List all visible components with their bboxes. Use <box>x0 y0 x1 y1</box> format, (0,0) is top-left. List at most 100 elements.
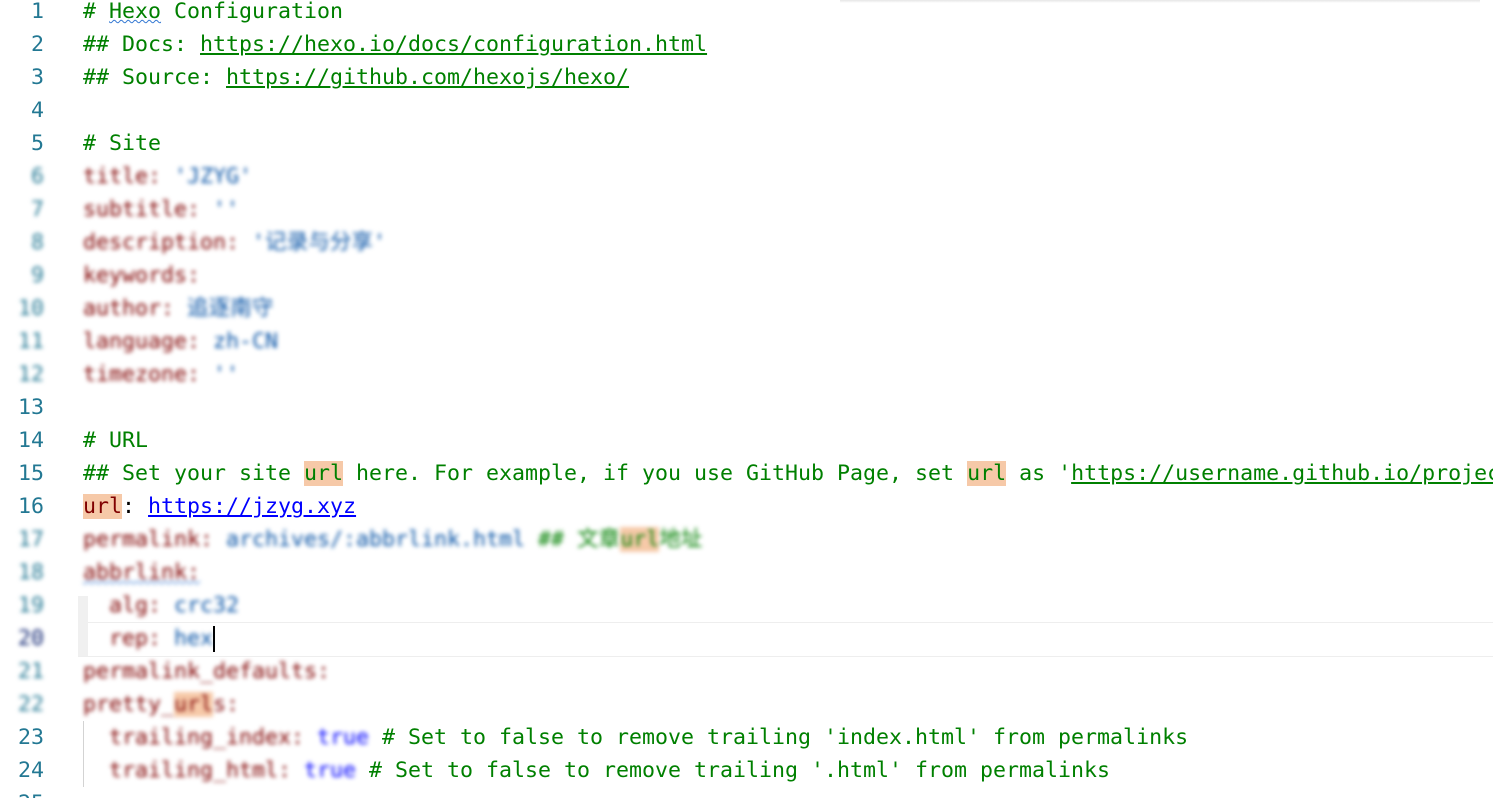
code-token: # Site <box>83 131 162 156</box>
code-line[interactable]: 9 keywords: <box>0 259 1493 292</box>
code-token: url <box>620 527 660 552</box>
line-content[interactable]: ## Set your site url here. For example, … <box>83 457 1493 490</box>
line-content[interactable]: language: zh-CN <box>83 325 278 358</box>
code-line[interactable]: 18 abbrlink: <box>0 556 1493 589</box>
line-content[interactable]: pretty_urls: <box>83 688 239 721</box>
line-number: 13 <box>17 395 44 420</box>
code-token: hex <box>174 626 214 651</box>
code-token: author: <box>83 296 188 321</box>
code-token: '' <box>213 197 240 222</box>
line-number: 25 <box>0 787 44 798</box>
line-number: 9 <box>30 263 44 288</box>
line-content[interactable]: rep: hex <box>83 622 216 655</box>
code-line[interactable]: 16 url: https://jzyg.xyz <box>0 490 1493 523</box>
line-content[interactable]: abbrlink: <box>83 556 200 589</box>
code-line[interactable]: 10 author: 追逐南守 <box>0 292 1493 325</box>
code-line[interactable]: 4 <box>0 94 1493 127</box>
line-number: 23 <box>17 725 44 750</box>
code-line[interactable]: 21 permalink_defaults: <box>0 655 1493 688</box>
code-token: https://jzyg.xyz <box>148 494 357 519</box>
code-line[interactable]: 2 ## Docs: https://hexo.io/docs/configura… <box>0 28 1493 61</box>
code-token: description: <box>83 230 253 255</box>
line-number: 19 <box>17 593 44 618</box>
code-token: rep: <box>83 626 175 651</box>
code-token: '记录与分享' <box>252 230 386 255</box>
line-number: 7 <box>30 197 44 222</box>
line-content[interactable]: # URL <box>83 424 148 457</box>
code-token: language: <box>83 329 214 354</box>
code-line[interactable]: 15 ## Set your site url here. For example… <box>0 457 1493 490</box>
code-token: 地址 <box>659 527 703 552</box>
code-token: ## Source: <box>83 65 227 90</box>
code-line[interactable]: 24 trailing_html: true # Set to false to… <box>0 754 1493 787</box>
code-token: url <box>83 494 123 519</box>
code-line[interactable]: 3 ## Source: https://github.com/hexojs/he… <box>0 61 1493 94</box>
line-number: 11 <box>17 329 44 354</box>
line-content[interactable]: # Hexo Configuration <box>83 0 343 28</box>
line-content[interactable]: permalink_defaults: <box>83 655 330 688</box>
code-line[interactable]: 12 timezone: '' <box>0 358 1493 391</box>
code-token: # URL <box>83 428 149 453</box>
code-token: https://username.github.io/project <box>1071 461 1493 486</box>
line-content[interactable]: url: https://jzyg.xyz <box>83 490 356 523</box>
line-content[interactable]: trailing_index: true # Set to false to r… <box>83 721 1188 754</box>
code-line[interactable]: 20 rep: hex <box>0 622 1493 655</box>
code-line[interactable]: 25 <box>0 787 1493 798</box>
line-content[interactable]: ## Source: https://github.com/hexojs/hex… <box>83 61 629 94</box>
code-token: permalink: <box>83 527 227 552</box>
line-content[interactable]: # Site <box>83 127 161 160</box>
code-token: 'JZYG' <box>174 164 253 189</box>
code-line[interactable]: 7 subtitle: '' <box>0 193 1493 226</box>
code-token: url <box>967 461 1007 486</box>
line-number: 10 <box>17 296 44 321</box>
code-line[interactable]: 13 <box>0 391 1493 424</box>
line-number: 12 <box>17 362 44 387</box>
code-token: as ' <box>1006 461 1072 486</box>
code-token: https://github.com/hexojs/hexo/ <box>226 65 630 90</box>
code-token: keywords: <box>83 263 201 288</box>
line-content[interactable]: ## Docs: https://hexo.io/docs/configurat… <box>83 28 707 61</box>
line-number: 2 <box>30 32 44 57</box>
line-content[interactable]: trailing_html: true # Set to false to re… <box>83 754 1110 787</box>
line-content[interactable]: keywords: <box>83 259 200 292</box>
line-content[interactable]: author: 追逐南守 <box>83 292 273 325</box>
code-token: 追逐南守 <box>187 296 274 321</box>
code-line[interactable]: 6 title: 'JZYG' <box>0 160 1493 193</box>
code-token: crc32 <box>174 593 240 618</box>
code-line[interactable]: 17 permalink: archives/:abbrlink.html ## … <box>0 523 1493 556</box>
line-number: 1 <box>30 0 44 24</box>
code-token: https://hexo.io/docs/configuration.html <box>200 32 708 57</box>
code-token: ## Docs: <box>83 32 201 57</box>
code-line[interactable]: 11 language: zh-CN <box>0 325 1493 358</box>
line-content[interactable]: description: '记录与分享' <box>83 226 386 259</box>
code-token: : <box>122 494 149 519</box>
code-token: true <box>304 758 357 783</box>
line-content[interactable]: permalink: archives/:abbrlink.html ## 文章… <box>83 523 702 556</box>
code-line[interactable]: 22 pretty_urls: <box>0 688 1493 721</box>
code-line[interactable]: 8 description: '记录与分享' <box>0 226 1493 259</box>
line-content[interactable]: subtitle: '' <box>83 193 239 226</box>
code-token: s: <box>213 692 240 717</box>
line-number: 8 <box>30 230 44 255</box>
line-content[interactable]: title: 'JZYG' <box>83 160 252 193</box>
code-token: url <box>174 692 214 717</box>
code-token: # Set to false to remove trailing 'index… <box>369 725 1189 750</box>
line-content[interactable]: alg: crc32 <box>83 589 239 622</box>
code-line[interactable]: 5 # Site <box>0 127 1493 160</box>
code-token: trailing_html: <box>83 758 305 783</box>
code-line[interactable]: 23 trailing_index: true # Set to false t… <box>0 721 1493 754</box>
line-content[interactable]: timezone: '' <box>83 358 239 391</box>
code-token: trailing_index: <box>83 725 318 750</box>
code-token: here. For example, if you use GitHub Pag… <box>343 461 968 486</box>
code-editor[interactable]: 1 # Hexo Configuration 2 ## Docs: https://h… <box>0 0 1493 798</box>
code-token: ## 文章 <box>525 527 621 552</box>
code-line[interactable]: 19 alg: crc32 <box>0 589 1493 622</box>
code-token: pretty_ <box>83 692 175 717</box>
line-number: 20 <box>17 626 44 651</box>
code-token: ## Set your site <box>83 461 305 486</box>
code-token: '' <box>213 362 240 387</box>
code-line[interactable]: 1 # Hexo Configuration <box>0 0 1493 28</box>
line-number: 16 <box>17 494 44 519</box>
code-line[interactable]: 14 # URL <box>0 424 1493 457</box>
line-number: 4 <box>30 98 44 123</box>
